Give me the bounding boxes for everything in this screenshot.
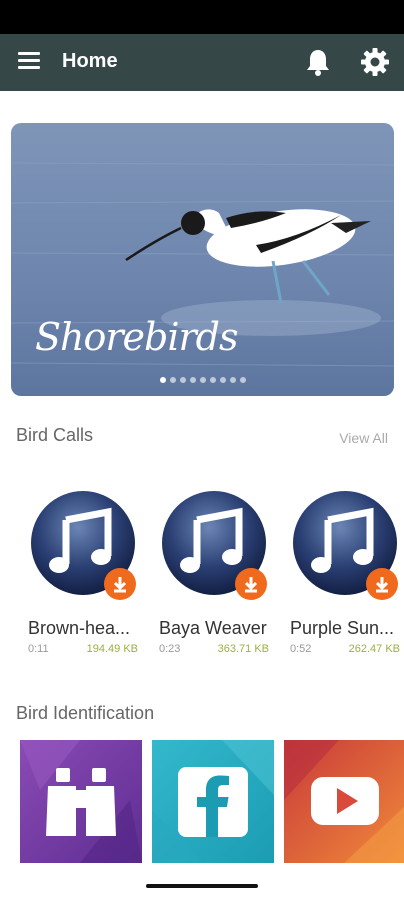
home-gesture-handle[interactable]	[146, 884, 258, 888]
bell-icon[interactable]	[304, 47, 332, 77]
carousel-dot[interactable]	[159, 377, 166, 383]
banner-carousel[interactable]: Shorebirds	[11, 123, 394, 396]
download-button[interactable]	[366, 568, 398, 600]
bird-call-size: 363.71 KB	[217, 643, 269, 655]
download-button[interactable]	[104, 568, 136, 600]
download-icon	[244, 577, 258, 593]
carousel-indicator	[11, 377, 394, 383]
download-icon	[113, 577, 127, 593]
bird-identification-title: Bird Identification	[16, 703, 155, 723]
bird-call-name: Brown-hea...	[28, 618, 131, 638]
carousel-dot[interactable]	[229, 377, 236, 383]
tile-youtube[interactable]	[284, 740, 404, 863]
bird-calls-title: Bird Calls	[16, 425, 94, 445]
view-all-link[interactable]: View All	[339, 430, 388, 446]
hamburger-menu-icon[interactable]	[18, 52, 40, 72]
gear-icon[interactable]	[360, 47, 390, 77]
navigation-bar	[0, 877, 404, 900]
download-icon	[375, 577, 389, 593]
bird-call-name: Purple Sun...	[290, 618, 395, 638]
bird-call-name: Baya Weaver	[159, 618, 267, 638]
carousel-dot[interactable]	[169, 377, 176, 383]
carousel-dot[interactable]	[189, 377, 196, 383]
page-title: Home	[62, 50, 118, 72]
bird-call-duration: 0:23	[159, 643, 181, 655]
carousel-dot[interactable]	[239, 377, 246, 383]
app-bar: Home	[0, 34, 404, 91]
bird-call-size: 194.49 KB	[86, 643, 138, 655]
carousel-dot[interactable]	[199, 377, 206, 383]
carousel-dot[interactable]	[219, 377, 226, 383]
youtube-icon	[311, 777, 379, 825]
bird-call-size: 262.47 KB	[348, 643, 400, 655]
carousel-dot[interactable]	[179, 377, 186, 383]
facebook-icon	[178, 767, 248, 837]
status-bar	[0, 0, 404, 34]
carousel-dot[interactable]	[209, 377, 216, 383]
bird-call-duration: 0:52	[290, 643, 312, 655]
download-button[interactable]	[235, 568, 267, 600]
banner-caption: Shorebirds	[35, 315, 239, 359]
bird-call-duration: 0:11	[28, 643, 49, 655]
tile-facebook[interactable]	[152, 740, 274, 863]
tile-binoculars[interactable]	[20, 740, 142, 863]
